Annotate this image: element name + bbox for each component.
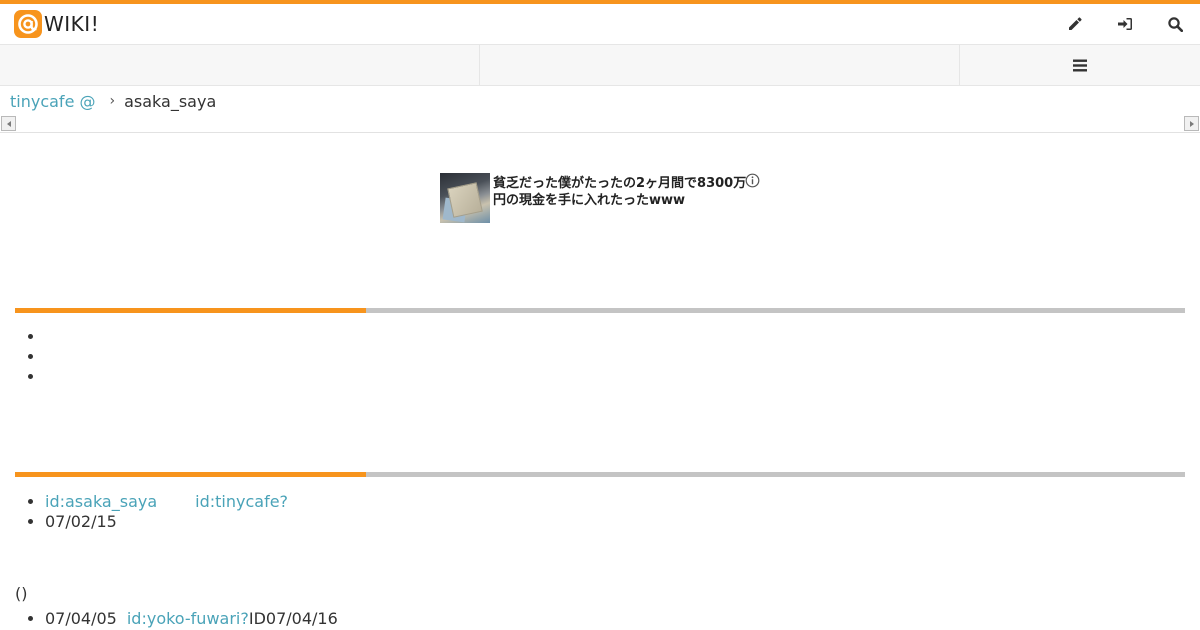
section-divider-accent <box>15 472 366 477</box>
nav-cell-left[interactable] <box>0 45 480 85</box>
list-item: 07/02/15 <box>45 512 288 532</box>
section-divider <box>15 308 1185 313</box>
history-list: 07/04/05 id:yoko-fuwari?ID07/04/16 <box>15 609 338 629</box>
atwiki-logo[interactable]: WIKI! <box>14 10 100 38</box>
empty-list <box>15 327 45 387</box>
breadcrumb-separator: › <box>109 93 116 109</box>
nav-cell-middle[interactable] <box>480 45 960 85</box>
ad-text[interactable]: 貧乏だった僕がたったの2ヶ月間で8300万円の現金を手に入れたったwww <box>493 175 755 223</box>
paren-text: () <box>15 584 28 603</box>
scroll-right-button[interactable] <box>1184 116 1199 131</box>
navbar <box>0 44 1200 86</box>
search-button[interactable] <box>1150 4 1200 44</box>
logo-text: WIKI! <box>44 12 100 36</box>
login-button[interactable] <box>1100 4 1150 44</box>
wiki-id-link[interactable]: id:tinycafe? <box>195 492 288 511</box>
list-item: id:asaka_saya id:tinycafe? <box>45 492 288 512</box>
info-icon[interactable] <box>745 173 760 188</box>
breadcrumb: tinycafe @ › asaka_saya <box>10 91 216 111</box>
at-logo-icon <box>14 10 42 38</box>
ad-image[interactable] <box>440 173 490 223</box>
ad-image-banknotes <box>447 182 483 218</box>
history-date: 07/04/05 <box>45 609 117 628</box>
header: WIKI! <box>0 4 1200 44</box>
hamburger-menu-icon <box>1073 59 1087 71</box>
arrow-right-icon <box>1189 120 1194 127</box>
history-id-link[interactable]: id:yoko-fuwari? <box>127 609 249 628</box>
section-divider <box>15 472 1185 477</box>
list-item: 07/04/05 id:yoko-fuwari?ID07/04/16 <box>45 609 338 629</box>
edit-button[interactable] <box>1050 4 1100 44</box>
menu-button[interactable] <box>960 45 1200 85</box>
section-divider-accent <box>15 308 366 313</box>
ad-banner[interactable]: 貧乏だった僕がたったの2ヶ月間で8300万円の現金を手に入れたったwww <box>440 173 760 223</box>
arrow-left-icon <box>6 120 11 127</box>
horizontal-scroller <box>0 115 1200 133</box>
scroll-left-button[interactable] <box>1 116 16 131</box>
meta-list: id:asaka_saya id:tinycafe? 07/02/15 <box>15 492 288 532</box>
history-suffix: ID07/04/16 <box>248 609 338 628</box>
header-icons <box>1050 4 1200 44</box>
edit-pencil-icon <box>1069 17 1082 30</box>
breadcrumb-wiki-link[interactable]: tinycafe @ <box>10 92 96 111</box>
date-text: 07/02/15 <box>45 512 117 531</box>
search-icon <box>1167 16 1183 32</box>
sign-in-icon <box>1117 18 1132 30</box>
breadcrumb-current-page: asaka_saya <box>124 91 217 111</box>
user-id-link[interactable]: id:asaka_saya <box>45 492 157 511</box>
